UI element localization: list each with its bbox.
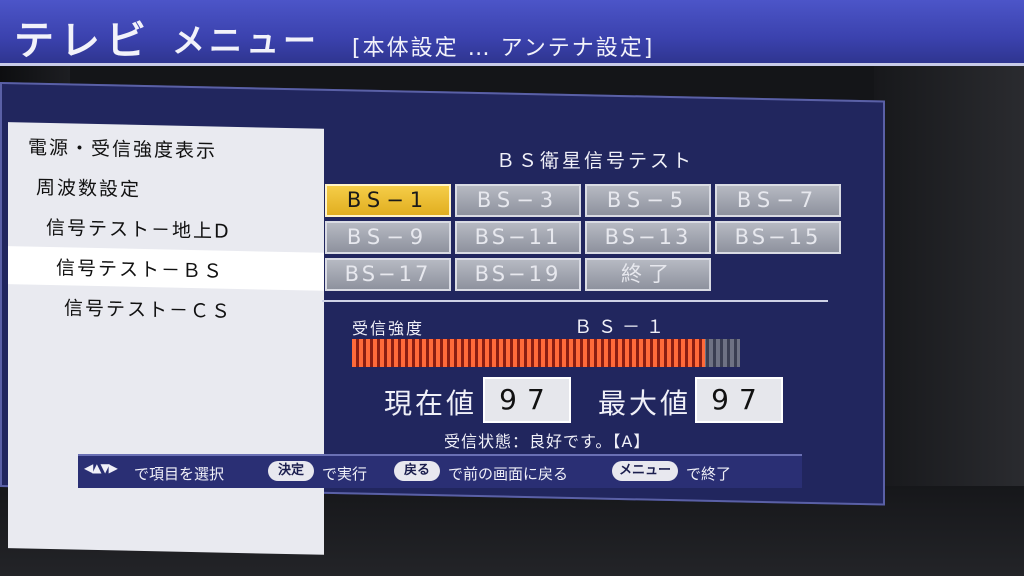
- help-back-text: で前の画面に戻る: [448, 465, 569, 483]
- reception-status: 受信状態：良好です。【A】: [444, 432, 651, 451]
- signal-strength-label: 受信強度: [352, 319, 425, 338]
- max-value-label: 最大値: [598, 387, 692, 420]
- sidebar-item-label: 信号テスト－地上D: [46, 216, 231, 243]
- enter-key-badge: 決定: [268, 461, 314, 481]
- sidebar-item-label: 電源・受信強度表示: [28, 136, 218, 163]
- divider: [322, 300, 828, 302]
- channel-button-bs7[interactable]: BS−7: [715, 184, 841, 217]
- channel-button-bs17[interactable]: BS−17: [325, 258, 451, 291]
- menu-title: メニュー: [172, 21, 320, 60]
- sidebar-item-power-signal[interactable]: 電源・受信強度表示: [8, 126, 324, 171]
- panel-title: ＢＳ衛星信号テスト: [496, 150, 695, 172]
- channel-button-bs11[interactable]: BS−11: [455, 221, 581, 254]
- help-select-text: で項目を選択: [134, 465, 225, 483]
- sidebar: 電源・受信強度表示 周波数設定 信号テスト－地上D 信号テスト－ＢＳ 信号テスト…: [8, 122, 324, 555]
- sidebar-item-label: 信号テスト－ＢＳ: [56, 256, 225, 283]
- channel-button-bs13[interactable]: BS−13: [585, 221, 711, 254]
- sidebar-item-test-terrestrial[interactable]: 信号テスト－地上D: [8, 206, 324, 251]
- current-value-label: 現在値: [384, 387, 478, 420]
- current-value: 97: [483, 377, 571, 423]
- help-bar: ◀▲▼▶ で項目を選択 決定 で実行 戻る で前の画面に戻る メニュー で終了: [78, 454, 802, 488]
- arrow-keys-icon: ◀▲▼▶: [84, 461, 118, 475]
- sidebar-item-test-cs[interactable]: 信号テスト－ＣＳ: [8, 286, 324, 331]
- channel-button-bs1[interactable]: BS−1: [325, 184, 451, 217]
- menu-key-badge: メニュー: [612, 461, 678, 481]
- title-bar: テレビ メニュー [本体設定 … アンテナ設定]: [0, 0, 1024, 66]
- help-enter-text: で実行: [322, 465, 368, 483]
- back-key-badge: 戻る: [394, 461, 440, 481]
- sidebar-item-label: 信号テスト－ＣＳ: [64, 296, 233, 323]
- max-value: 97: [695, 377, 783, 423]
- signal-strength-fill: [352, 339, 706, 367]
- sidebar-item-label: 周波数設定: [36, 176, 142, 201]
- channel-button-bs9[interactable]: BS−9: [325, 221, 451, 254]
- breadcrumb: [本体設定 … アンテナ設定]: [352, 36, 655, 61]
- exit-button[interactable]: 終了: [585, 258, 711, 291]
- channel-button-bs5[interactable]: BS−5: [585, 184, 711, 217]
- menu-window: 電源・受信強度表示 周波数設定 信号テスト－地上D 信号テスト－ＢＳ 信号テスト…: [0, 82, 885, 555]
- help-menu-text: で終了: [686, 465, 732, 483]
- signal-channel: ＢＳ－１: [574, 317, 670, 338]
- app-title: テレビ: [14, 18, 152, 64]
- signal-strength-bar: [352, 339, 740, 367]
- channel-button-bs19[interactable]: BS−19: [455, 258, 581, 291]
- channel-button-bs15[interactable]: BS−15: [715, 221, 841, 254]
- channel-button-bs3[interactable]: BS−3: [455, 184, 581, 217]
- sidebar-item-frequency[interactable]: 周波数設定: [8, 166, 324, 211]
- sidebar-item-test-bs[interactable]: 信号テスト－ＢＳ: [8, 246, 324, 291]
